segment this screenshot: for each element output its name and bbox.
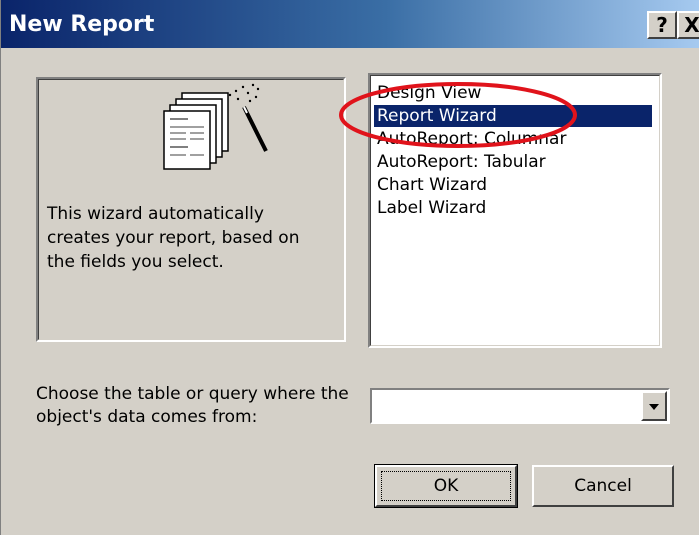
help-button[interactable]: ? [647,11,677,39]
ok-button[interactable]: OK [374,464,518,508]
dropdown-arrow-button[interactable] [641,391,667,421]
cancel-button-label: Cancel [574,476,632,496]
list-item-chart-wizard[interactable]: Chart Wizard [374,174,490,196]
wizard-description: This wizard automatically creates your r… [47,204,300,272]
close-button[interactable]: X [677,11,699,39]
report-wizard-icon [163,83,268,170]
list-item-design-view[interactable]: Design View [374,82,484,104]
report-type-list[interactable]: Design View Report Wizard AutoReport: Co… [368,73,662,348]
list-item-report-wizard[interactable]: Report Wizard [374,105,652,127]
list-item-label-wizard[interactable]: Label Wizard [374,197,489,219]
title-bar[interactable]: New Report ? X [1,0,699,48]
window-title: New Report [9,12,155,37]
wizard-preview-panel: This wizard automatically creates your r… [36,77,346,342]
focus-ring [381,471,511,501]
source-combobox[interactable] [370,388,670,424]
cancel-button[interactable]: Cancel [532,465,674,507]
new-report-dialog: New Report ? X This wizard automatically… [0,0,699,535]
list-item-autoreport-tabular[interactable]: AutoReport: Tabular [374,151,549,173]
list-item-autoreport-columnar[interactable]: AutoReport: Columnar [374,128,569,150]
chevron-down-icon [649,404,659,410]
source-label: Choose the table or query where the obje… [36,384,349,427]
